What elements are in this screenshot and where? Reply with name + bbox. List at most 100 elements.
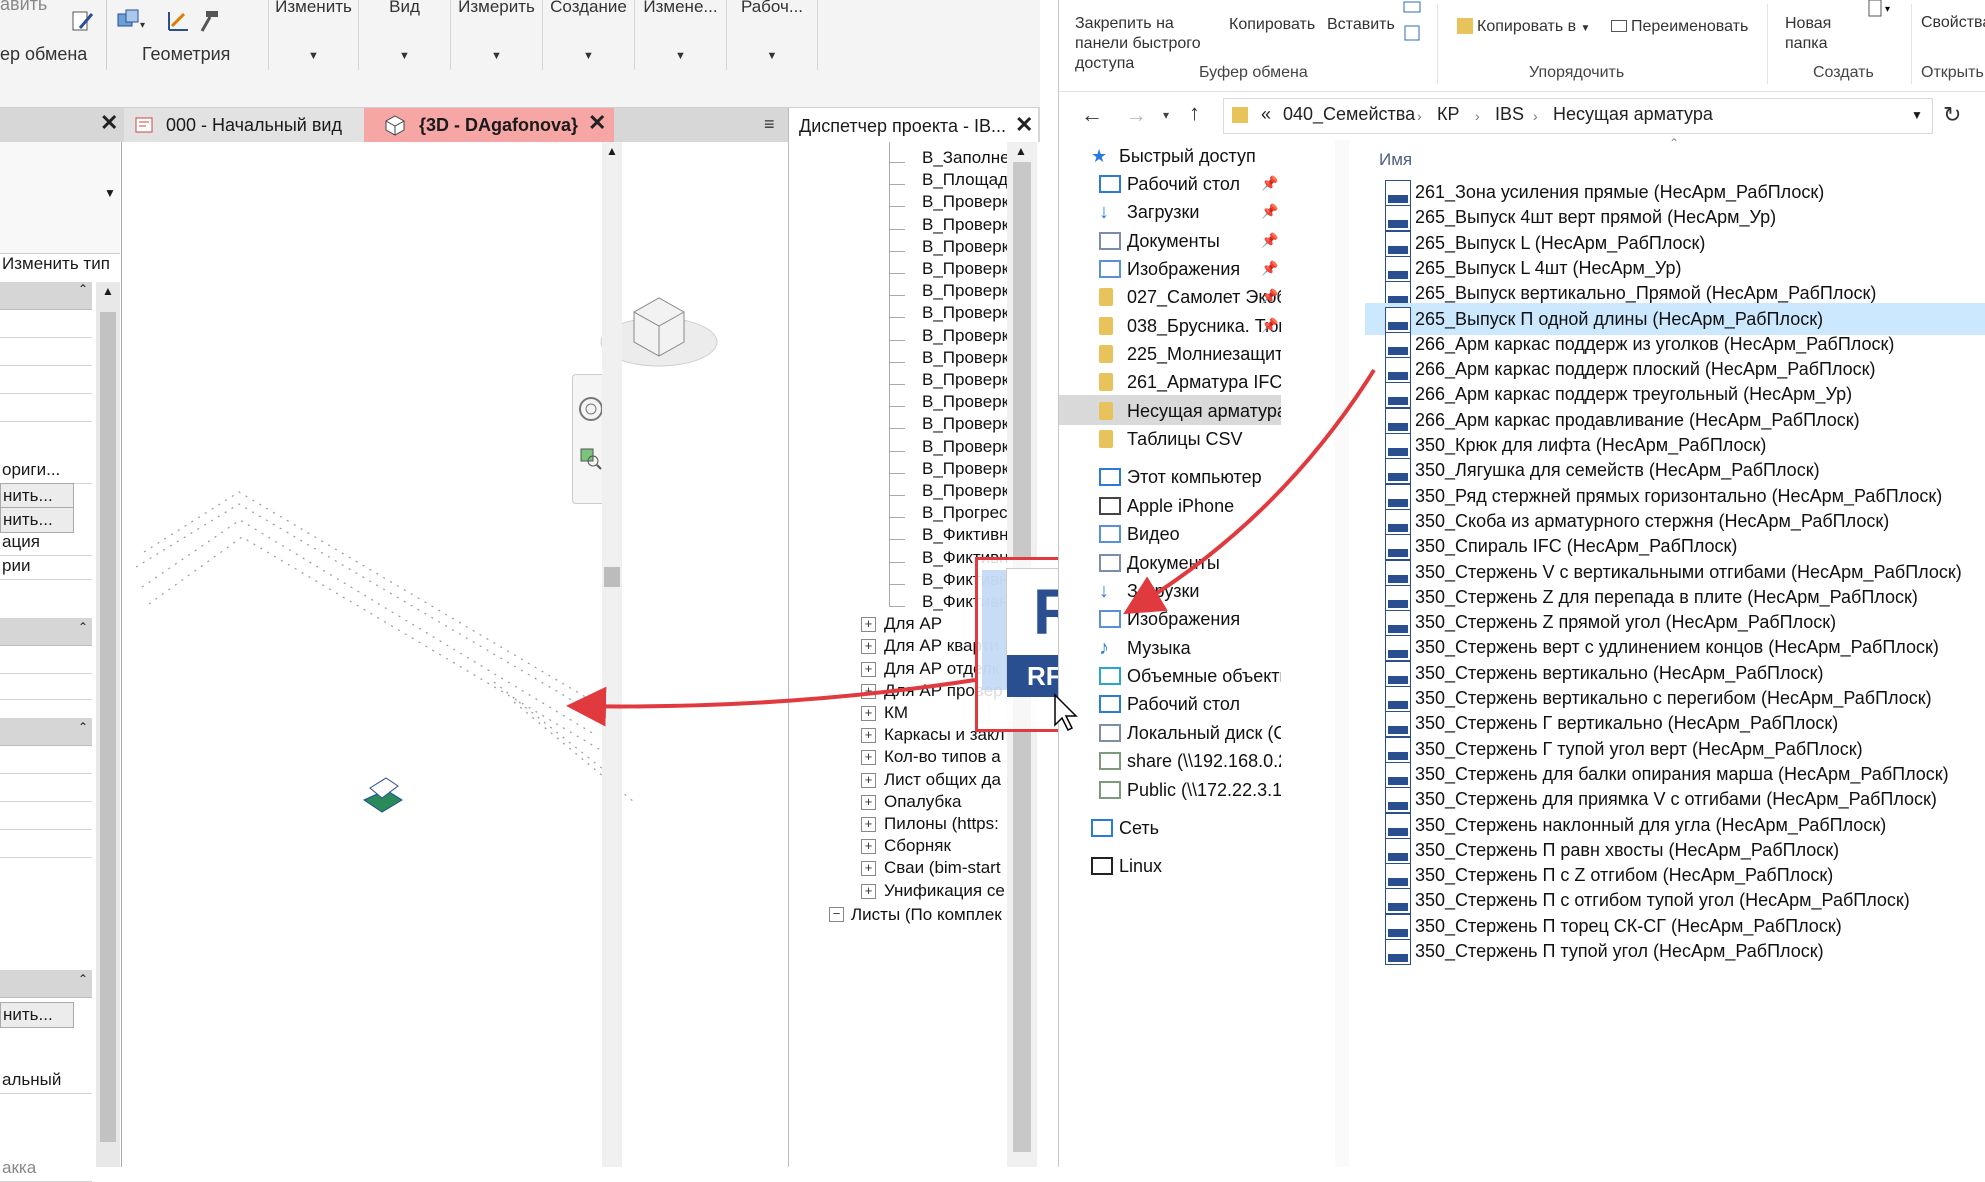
tree-item[interactable]: В_Прогрес [922, 503, 1008, 523]
demolish-hammer-icon[interactable] [196, 8, 222, 34]
close-properties-icon[interactable]: ✕ [100, 110, 118, 136]
nav-item[interactable]: Быстрый доступ [1119, 146, 1281, 167]
recent-chevron-icon[interactable]: ▾ [1163, 108, 1169, 122]
nav-item[interactable]: Локальный диск (C:) [1127, 723, 1281, 744]
nav-item[interactable]: 225_Молниезащита [1127, 344, 1281, 365]
property-edit-button[interactable]: нить... [0, 1002, 74, 1028]
close-browser-icon[interactable]: ✕ [1015, 112, 1033, 138]
up-arrow-icon[interactable]: ↑ [1189, 100, 1200, 126]
collapse-icon[interactable]: ⌃ [78, 620, 88, 634]
match-properties-icon[interactable] [70, 8, 96, 34]
tree-item[interactable]: В_Площади [922, 170, 1008, 190]
tab-menu-icon[interactable]: ≡ [764, 114, 775, 135]
nav-item[interactable]: Документы [1127, 231, 1281, 252]
breadcrumb-item[interactable]: IBS [1495, 104, 1524, 125]
expand-icon[interactable]: + [861, 772, 876, 788]
expand-icon[interactable]: + [861, 661, 876, 677]
tree-item[interactable]: В_Проверк [922, 348, 1008, 368]
expand-icon[interactable]: + [861, 839, 876, 855]
nav-item[interactable]: 038_Брусника. Тюмень [1127, 316, 1281, 337]
scroll-up-icon[interactable]: ▲ [1015, 144, 1027, 158]
nav-item[interactable]: Linux [1119, 856, 1281, 877]
file-row[interactable]: 350_Стержень П тупой угол (НесАрм_РабПло… [1365, 935, 1985, 967]
pin-icon[interactable]: 📌 [1261, 317, 1278, 334]
nav-item[interactable]: Сеть [1119, 818, 1281, 839]
expand-icon[interactable]: + [861, 883, 876, 899]
view-scrollbar[interactable]: ▲ [602, 142, 622, 1167]
tree-item[interactable]: В_Проверк [922, 259, 1008, 279]
expand-icon[interactable]: + [861, 817, 876, 832]
nav-item[interactable]: Apple iPhone [1127, 496, 1281, 517]
expand-icon[interactable]: + [861, 794, 876, 810]
zoom-region-icon[interactable] [579, 447, 603, 471]
nav-item[interactable]: Рабочий стол [1127, 174, 1281, 195]
nav-item[interactable]: Документы [1127, 553, 1281, 574]
nav-item[interactable]: Public (\\172.22.3.140) (Z:) [1127, 780, 1281, 801]
join-geometry-icon[interactable]: ▾ [116, 8, 148, 34]
tree-item[interactable]: В_Проверк [922, 281, 1008, 301]
tab-3d-view[interactable]: {3D - DAgafonova} ✕ [364, 108, 614, 142]
collapse-icon[interactable]: ⌃ [78, 720, 88, 734]
tab-start-view[interactable]: 000 - Начальный вид [124, 108, 364, 142]
expand-icon[interactable]: + [861, 750, 876, 766]
new-folder-button[interactable]: Новая папка [1785, 14, 1845, 54]
nav-item[interactable]: 027_Самолет Экобуни [1127, 287, 1281, 308]
cut-geometry-icon[interactable] [166, 8, 192, 34]
ribbon-dropdown-modify2[interactable]: Измене... ▼ [634, 0, 726, 70]
tree-item[interactable]: В_Проверк [922, 326, 1008, 346]
rename-button[interactable]: Переименовать [1611, 18, 1748, 36]
expand-icon[interactable]: + [861, 639, 876, 655]
scroll-up-icon[interactable]: ▲ [606, 144, 618, 158]
breadcrumb-item[interactable]: Несущая арматура [1553, 104, 1713, 125]
tree-item[interactable]: В_Проверк [922, 303, 1008, 323]
nav-item[interactable]: Рабочий стол [1127, 694, 1281, 715]
type-selector[interactable]: ▼ [0, 142, 120, 254]
ribbon-dropdown-modify[interactable]: Изменить ▼ [268, 0, 358, 70]
tree-sheets-item[interactable]: Листы (По комплек [851, 905, 1009, 925]
pin-icon[interactable]: 📌 [1261, 260, 1278, 277]
expand-icon[interactable]: + [861, 706, 876, 721]
ribbon-dropdown-measure[interactable]: Измерить ▼ [450, 0, 542, 70]
new-item-icon[interactable]: ▾ [1867, 0, 1897, 20]
breadcrumb-item[interactable]: 040_Семейства [1283, 104, 1415, 125]
tree-group-item[interactable]: Кол-во типов а [884, 747, 1008, 767]
ribbon-dropdown-view[interactable]: Вид ▼ [358, 0, 450, 70]
scrollbar-thumb[interactable] [100, 312, 116, 1142]
paste-button[interactable]: Вставить [1327, 16, 1395, 34]
edit-type-button[interactable]: Изменить тип [2, 254, 110, 274]
nav-item[interactable]: Изображения [1127, 259, 1281, 280]
tree-item[interactable]: В_Проверк [922, 437, 1008, 457]
expand-icon[interactable]: + [861, 728, 876, 744]
nav-item[interactable]: share (\\192.168.0.2) (Y:) [1127, 751, 1281, 772]
tree-group-item[interactable]: Унификация се [884, 881, 1008, 901]
nav-item[interactable]: Загрузки [1127, 581, 1281, 602]
tree-group-item[interactable]: Лист общих да [884, 770, 1008, 790]
pin-quick-access-label[interactable]: Закрепить на панели быстрого доступа [1075, 14, 1215, 74]
3d-view-canvas[interactable]: ▲ [124, 142, 784, 1167]
back-arrow-icon[interactable]: ← [1081, 102, 1103, 128]
tree-group-item[interactable]: Сваи (bim-start [884, 858, 1008, 878]
collapse-icon[interactable]: ⌃ [78, 972, 88, 986]
nav-item[interactable]: Изображения [1127, 609, 1281, 630]
collapse-icon[interactable]: − [829, 906, 844, 922]
copy-button[interactable]: Копировать [1229, 16, 1315, 34]
tree-item[interactable]: В_Проверк [922, 237, 1008, 257]
ribbon-dropdown-create[interactable]: Создание ▼ [542, 0, 634, 70]
pin-icon[interactable]: 📌 [1261, 175, 1278, 192]
collapse-icon[interactable]: ⌃ [78, 282, 88, 296]
refresh-icon[interactable]: ↻ [1943, 102, 1961, 128]
nav-item[interactable]: Загрузки [1127, 202, 1281, 223]
nav-item[interactable]: 261_Арматура IFC [1127, 372, 1281, 393]
nav-item[interactable]: Объемные объекты [1127, 666, 1281, 687]
properties-scrollbar[interactable]: ▲ [96, 282, 120, 1167]
tree-item[interactable]: В_Проверк [922, 459, 1008, 479]
tree-item[interactable]: В_Проверк [922, 215, 1008, 235]
tree-group-item[interactable]: Сборняк [884, 836, 1008, 856]
nav-item[interactable]: Этот компьютер [1127, 467, 1281, 488]
expand-icon[interactable]: + [861, 861, 876, 877]
tree-item[interactable]: В_Проверк [922, 414, 1008, 434]
tree-item[interactable]: В_Фиктивн [922, 525, 1008, 545]
copy-to-button[interactable]: Копировать в ▼ [1457, 18, 1590, 36]
scrollbar-thumb[interactable] [604, 567, 620, 587]
tree-item[interactable]: В_Проверк [922, 370, 1008, 390]
